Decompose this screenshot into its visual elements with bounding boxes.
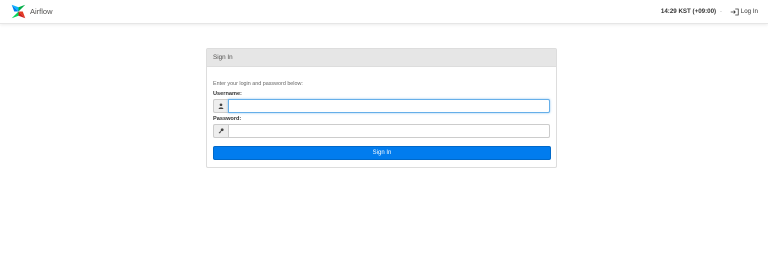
signin-form: Enter your login and password below: Use…: [207, 67, 556, 160]
signin-hint: Enter your login and password below:: [213, 81, 303, 87]
password-addon: [213, 124, 228, 138]
sign-in-icon: [730, 8, 739, 15]
clock-display[interactable]: 14:29 KST (+09:00): [661, 8, 716, 15]
username-label: Username:: [213, 91, 242, 97]
user-icon: [218, 103, 224, 109]
top-navbar: Airflow 14:29 KST (+09:00) - Log In: [0, 0, 768, 24]
brand-name: Airflow: [30, 7, 53, 16]
username-input[interactable]: [228, 99, 550, 113]
username-group: [213, 99, 550, 113]
signin-heading: Sign In: [207, 49, 556, 67]
login-label: Log In: [740, 8, 758, 15]
signin-panel: Sign In Enter your login and password be…: [206, 48, 557, 168]
password-label: Password:: [213, 116, 242, 122]
username-addon: [213, 99, 228, 113]
airflow-pinwheel-icon: [11, 4, 26, 19]
password-group: [213, 124, 550, 138]
timezone-caret[interactable]: -: [720, 9, 722, 15]
login-link[interactable]: Log In: [730, 8, 758, 16]
brand-link[interactable]: Airflow: [10, 3, 53, 20]
signin-button[interactable]: Sign In: [213, 146, 551, 160]
password-input[interactable]: [228, 124, 550, 138]
navbar-right: 14:29 KST (+09:00) - Log In: [661, 8, 758, 16]
key-icon: [218, 128, 224, 134]
